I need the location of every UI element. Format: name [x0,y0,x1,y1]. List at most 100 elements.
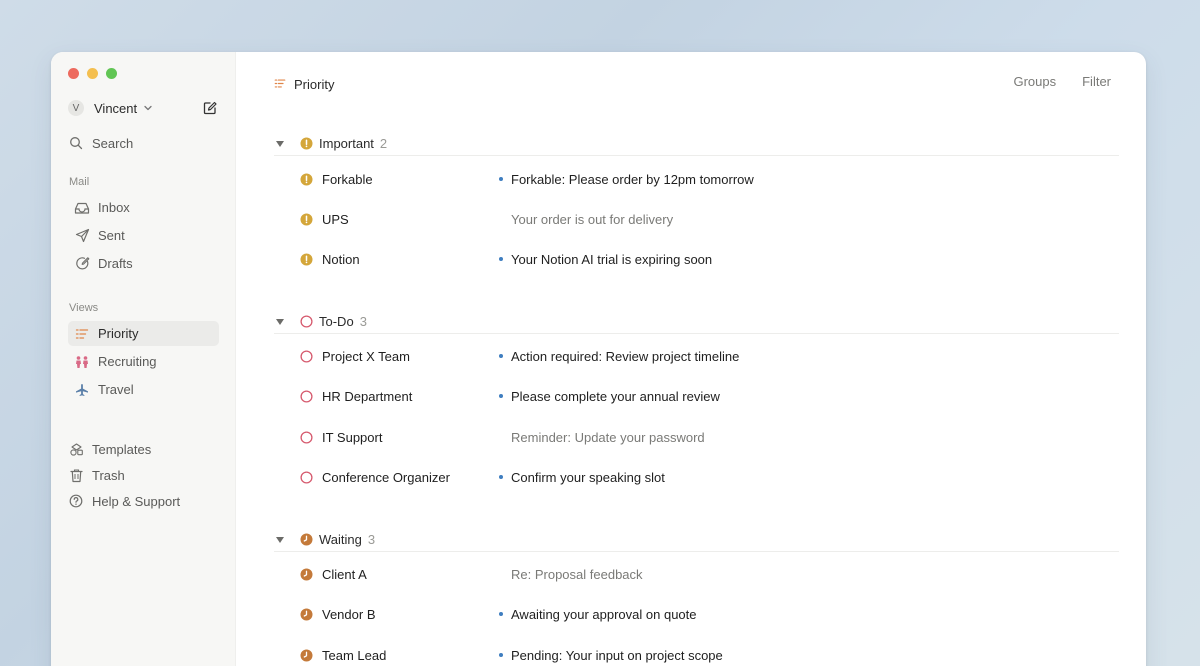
account-name: Vincent [94,100,138,116]
mail-row[interactable]: Notion Your Notion AI trial is expiring … [274,246,1119,272]
help-icon [68,493,84,509]
sidebar-item-label: Priority [98,326,139,341]
people-icon [74,354,90,370]
sidebar-item-recruiting[interactable]: Recruiting [68,349,219,374]
collapse-caret-icon[interactable] [274,534,286,546]
mail-subject: Your order is out for delivery [511,211,674,227]
clock-icon [299,567,313,581]
close-window-button[interactable] [68,68,79,79]
mail-row[interactable]: Forkable Forkable: Please order by 12pm … [274,166,1119,192]
unread-dot [499,177,503,181]
mail-row[interactable]: Vendor B Awaiting your approval on quote [274,601,1119,627]
todo-circle-icon [299,349,313,363]
mail-subject: Confirm your speaking slot [511,469,665,485]
todo-circle-icon [299,430,313,444]
drafts-icon [74,256,90,272]
mail-row[interactable]: UPS Your order is out for delivery [274,206,1119,232]
sidebar-item-label: Templates [92,441,152,457]
sidebar-item-sent[interactable]: Sent [68,223,219,248]
compose-icon[interactable] [202,100,218,116]
mail-row[interactable]: Conference Organizer Confirm your speaki… [274,464,1119,490]
group-header-waiting[interactable]: Waiting 3 [274,528,1119,552]
mail-sender: Forkable [322,171,373,187]
mail-sender: IT Support [322,429,383,445]
priority-list-icon [274,77,286,92]
unread-dot [499,257,503,261]
sidebar-item-templates[interactable]: Templates [68,438,151,460]
mail-subject: Your Notion AI trial is expiring soon [511,251,713,267]
group-header-todo[interactable]: To-Do 3 [274,310,1119,334]
mail-subject: Pending: Your input on project scope [511,647,723,663]
groups-button[interactable]: Groups [1013,74,1056,89]
unread-dot [499,653,503,657]
clock-icon [299,607,313,621]
mail-row[interactable]: HR Department Please complete your annua… [274,383,1119,409]
trash-icon [68,467,84,483]
account-switcher[interactable]: V Vincent [68,98,218,118]
mail-sender: Team Lead [322,647,387,663]
mail-row[interactable]: IT Support Reminder: Update your passwor… [274,424,1119,450]
sidebar-item-label: Sent [98,228,125,243]
collapse-caret-icon[interactable] [274,138,286,150]
mail-subject: Reminder: Update your password [511,429,705,445]
views-section-label: Views [69,302,99,314]
clock-icon [299,533,313,547]
sidebar-item-help[interactable]: Help & Support [68,490,180,512]
zoom-window-button[interactable] [106,68,117,79]
minimize-window-button[interactable] [87,68,98,79]
mail-section-label: Mail [69,176,90,188]
sidebar-item-trash[interactable]: Trash [68,464,125,486]
sidebar-item-label: Travel [98,382,134,397]
mail-row[interactable]: Project X Team Action required: Review p… [274,343,1119,369]
important-icon [299,172,313,186]
toolbar: Groups Filter [1013,74,1111,89]
sidebar-item-inbox[interactable]: Inbox [68,195,219,220]
mail-subject: Awaiting your approval on quote [511,606,697,622]
inbox-icon [74,200,90,216]
todo-circle-icon [299,470,313,484]
group-count: 3 [359,314,367,329]
mail-subject: Re: Proposal feedback [511,566,643,582]
app-window: V Vincent Search Mail Inbox Sent Drafts … [51,52,1146,666]
search-icon [68,135,84,151]
mail-sender: Project X Team [322,348,410,364]
important-icon [299,212,313,226]
sidebar-item-label: Trash [92,467,125,483]
filter-button[interactable]: Filter [1082,74,1111,89]
mail-sender: HR Department [322,388,413,404]
important-icon [299,137,313,151]
mail-subject: Action required: Review project timeline [511,348,740,364]
avatar: V [68,100,84,116]
sidebar-item-travel[interactable]: Travel [68,377,219,402]
group-name: Important [319,136,374,151]
sidebar-item-priority[interactable]: Priority [68,321,219,346]
sidebar-item-drafts[interactable]: Drafts [68,251,219,276]
mail-row[interactable]: Client A Re: Proposal feedback [274,561,1119,587]
page-title-label: Priority [294,77,335,92]
clock-icon [299,648,313,662]
chevron-down-icon [144,105,152,111]
sidebar: V Vincent Search Mail Inbox Sent Drafts … [51,52,236,666]
mail-row[interactable]: Team Lead Pending: Your input on project… [274,642,1119,666]
group-header-important[interactable]: Important 2 [274,132,1119,156]
search-button[interactable]: Search [68,132,133,154]
mail-sender: Vendor B [322,606,376,622]
unread-dot [499,475,503,479]
search-label: Search [92,135,134,151]
mail-subject: Forkable: Please order by 12pm tomorrow [511,171,754,187]
sidebar-item-label: Help & Support [92,493,181,509]
mail-subject: Please complete your annual review [511,388,720,404]
unread-dot [499,354,503,358]
mail-sender: Notion [322,251,360,267]
collapse-caret-icon[interactable] [274,316,286,328]
group-name: To-Do [319,314,354,329]
page-title: Priority [274,77,334,92]
main-pane: Priority Groups Filter Important 2 Forka… [236,52,1146,666]
group-name: Waiting [319,532,362,547]
mail-sender: Conference Organizer [322,469,450,485]
priority-list-icon [74,326,90,342]
group-count: 3 [367,532,376,547]
todo-circle-icon [299,389,313,403]
templates-icon [68,441,84,457]
airplane-icon [74,382,90,398]
